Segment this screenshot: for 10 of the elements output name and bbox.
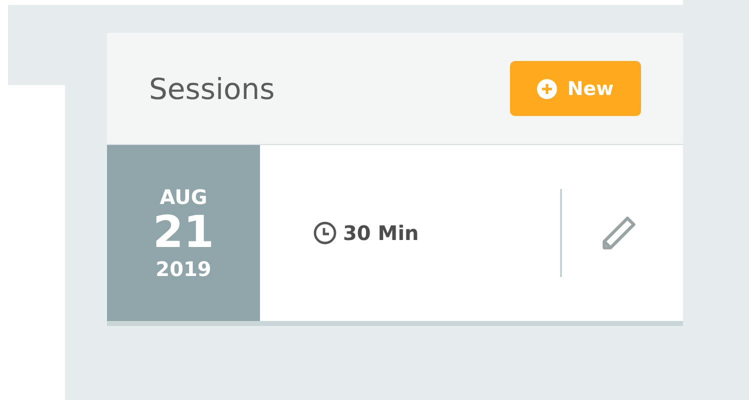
date-day: 21 — [152, 209, 214, 257]
session-row[interactable]: AUG 21 2019 30 Min — [107, 145, 683, 321]
edit-button[interactable] — [600, 214, 638, 252]
date-year: 2019 — [156, 257, 212, 281]
clock-icon — [313, 221, 337, 245]
duration-text: 30 Min — [343, 221, 419, 245]
panel-title: Sessions — [149, 72, 275, 106]
date-month: AUG — [160, 185, 208, 209]
plus-circle-icon — [537, 78, 558, 98]
pencil-icon — [600, 214, 638, 252]
